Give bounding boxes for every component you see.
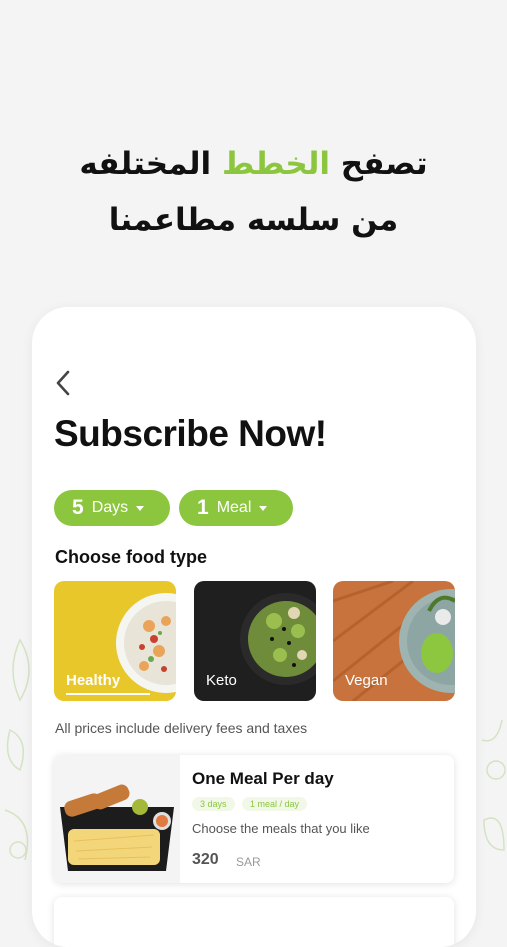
days-selector[interactable]: 5 Days: [54, 490, 170, 526]
promo-line-1-end: المختلفه: [79, 146, 222, 182]
meal-currency: SAR: [236, 855, 261, 869]
food-type-keto[interactable]: Keto: [194, 581, 316, 701]
phone-screen-card: Subscribe Now! 5 Days 1 Meal Choose food…: [32, 307, 476, 947]
meals-number: 1: [197, 496, 209, 519]
days-label: Days: [91, 499, 129, 516]
page-title: Subscribe Now!: [54, 413, 327, 454]
days-number: 5: [72, 496, 84, 519]
days-tag: 3 days: [192, 797, 235, 811]
selected-underline: [66, 693, 150, 695]
next-meal-card-partial: [54, 897, 454, 947]
section-title: Choose food type: [55, 547, 207, 567]
promo-line-1-accent: الخطط: [221, 146, 330, 182]
meals-per-day-tag: 1 meal / day: [242, 797, 308, 811]
meals-label: Meal: [216, 499, 252, 516]
meals-selector[interactable]: 1 Meal: [179, 490, 293, 526]
food-type-label: Healthy: [66, 672, 121, 689]
promo-headline: تصفح الخطط المختلفه من سلسه مطاعمنا: [0, 136, 507, 248]
vegetable-sketch-right: [481, 719, 506, 851]
meal-description: Choose the meals that you like: [192, 821, 370, 836]
food-type-vegan[interactable]: Vegan: [333, 581, 455, 701]
food-type-healthy[interactable]: Healthy: [54, 581, 176, 701]
food-type-label: Vegan: [345, 672, 388, 689]
caret-down-icon: [259, 505, 268, 511]
meal-price: 320: [192, 851, 219, 868]
promo-line-1-start: تصفح: [329, 146, 428, 182]
back-chevron-icon[interactable]: [52, 369, 74, 397]
meal-image: [54, 755, 180, 883]
meal-title: One Meal Per day: [192, 769, 334, 788]
promo-line-2: من سلسه مطاعمنا: [108, 202, 399, 238]
food-type-label: Keto: [206, 672, 237, 689]
caret-down-icon: [136, 505, 145, 511]
promo-line-1: تصفح الخطط المختلفه: [0, 136, 507, 192]
price-note: All prices include delivery fees and tax…: [55, 720, 308, 736]
meal-plan-card[interactable]: One Meal Per day 3 days 1 meal / day Cho…: [54, 755, 454, 883]
